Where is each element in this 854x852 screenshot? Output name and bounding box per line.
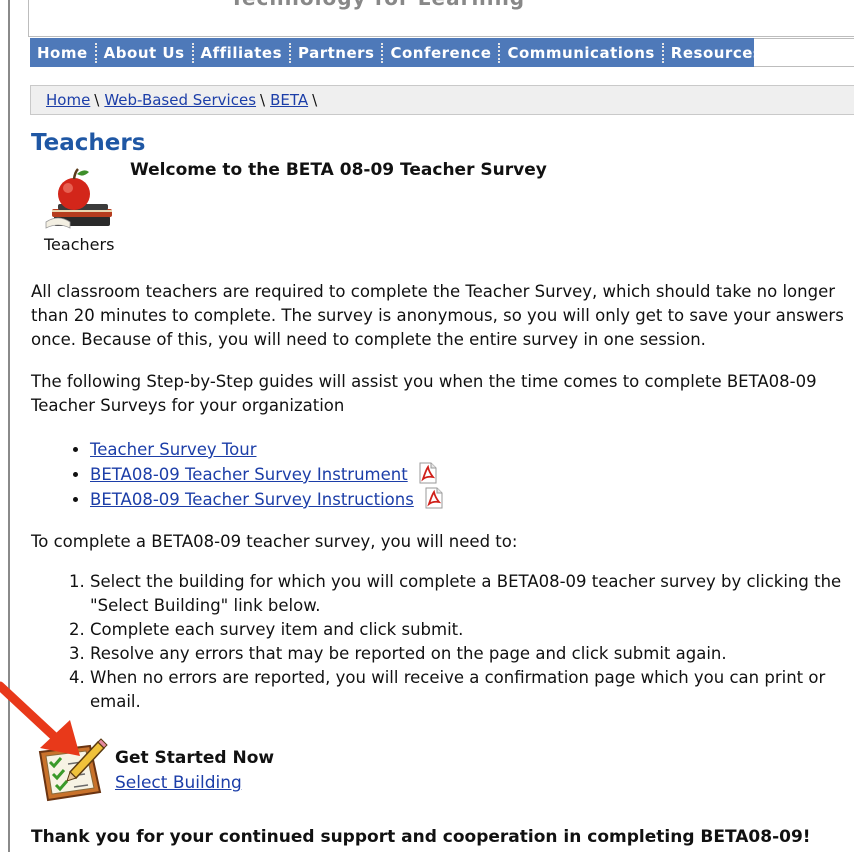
list-item: BETA08-09 Teacher Survey Instrument [90, 462, 445, 487]
nav-partners[interactable]: Partners [291, 44, 381, 62]
nav-home[interactable]: Home [30, 44, 95, 62]
survey-instructions-link[interactable]: BETA08-09 Teacher Survey Instructions [90, 490, 414, 509]
step-line: Select the building for which you will c… [90, 572, 842, 591]
get-started-heading: Get Started Now [115, 748, 275, 768]
step-line: "Select Building" link below. [90, 596, 321, 615]
survey-instrument-link[interactable]: BETA08-09 Teacher Survey Instrument [90, 465, 408, 484]
pdf-icon[interactable] [423, 487, 445, 509]
steps-list: Select the building for which you will c… [30, 570, 841, 714]
intro-line: once. Because of this, you will need to … [31, 330, 706, 349]
breadcrumb-web-based-services[interactable]: Web-Based Services [104, 91, 256, 109]
list-item: Teacher Survey Tour [90, 438, 445, 462]
guides-list: Teacher Survey Tour BETA08-09 Teacher Su… [30, 438, 445, 512]
list-item: Resolve any errors that may be reported … [90, 642, 841, 666]
nav-about-us[interactable]: About Us [97, 44, 192, 62]
breadcrumb-home[interactable]: Home [46, 91, 90, 109]
breadcrumb: Home \ Web-Based Services \ BETA \ [30, 85, 854, 115]
step-line: When no errors are reported, you will re… [90, 668, 826, 687]
pdf-icon[interactable] [417, 462, 439, 484]
guides-line: The following Step-by-Step guides will a… [31, 372, 817, 391]
list-item: When no errors are reported, you will re… [90, 666, 841, 714]
teacher-survey-tour-link[interactable]: Teacher Survey Tour [90, 440, 257, 459]
main-nav: Home About Us Affiliates Partners Confer… [30, 38, 762, 67]
nav-affiliates[interactable]: Affiliates [194, 44, 289, 62]
step-line: email. [90, 692, 141, 711]
nav-filler [754, 38, 854, 67]
intro-paragraph: All classroom teachers are required to c… [31, 280, 844, 352]
red-arrow-annotation [0, 681, 80, 756]
step-line: Resolve any errors that may be reported … [90, 644, 727, 663]
page-title: Teachers [31, 130, 146, 156]
steps-intro: To complete a BETA08-09 teacher survey, … [31, 532, 518, 551]
intro-line: than 20 minutes to complete. The survey … [31, 306, 844, 325]
breadcrumb-separator: \ [260, 91, 266, 109]
breadcrumb-separator: \ [94, 91, 100, 109]
guides-line: Teacher Surveys for your organization [31, 396, 345, 415]
teacher-icon-caption: Teachers [44, 235, 115, 254]
breadcrumb-beta[interactable]: BETA [270, 91, 308, 109]
step-line: Complete each survey item and click subm… [90, 620, 464, 639]
list-item: Select the building for which you will c… [90, 570, 841, 618]
site-tagline: Technology for Learning [230, 0, 525, 10]
nav-conference[interactable]: Conference [383, 44, 498, 62]
breadcrumb-separator: \ [312, 91, 318, 109]
list-item: BETA08-09 Teacher Survey Instructions [90, 487, 445, 512]
welcome-heading: Welcome to the BETA 08-09 Teacher Survey [130, 160, 547, 180]
guides-paragraph: The following Step-by-Step guides will a… [31, 370, 817, 418]
select-building-link[interactable]: Select Building [115, 773, 242, 793]
nav-communications[interactable]: Communications [500, 44, 661, 62]
list-item: Complete each survey item and click subm… [90, 618, 841, 642]
thank-you-message: Thank you for your continued support and… [31, 827, 811, 847]
apple-books-icon [45, 168, 112, 229]
intro-line: All classroom teachers are required to c… [31, 282, 836, 301]
